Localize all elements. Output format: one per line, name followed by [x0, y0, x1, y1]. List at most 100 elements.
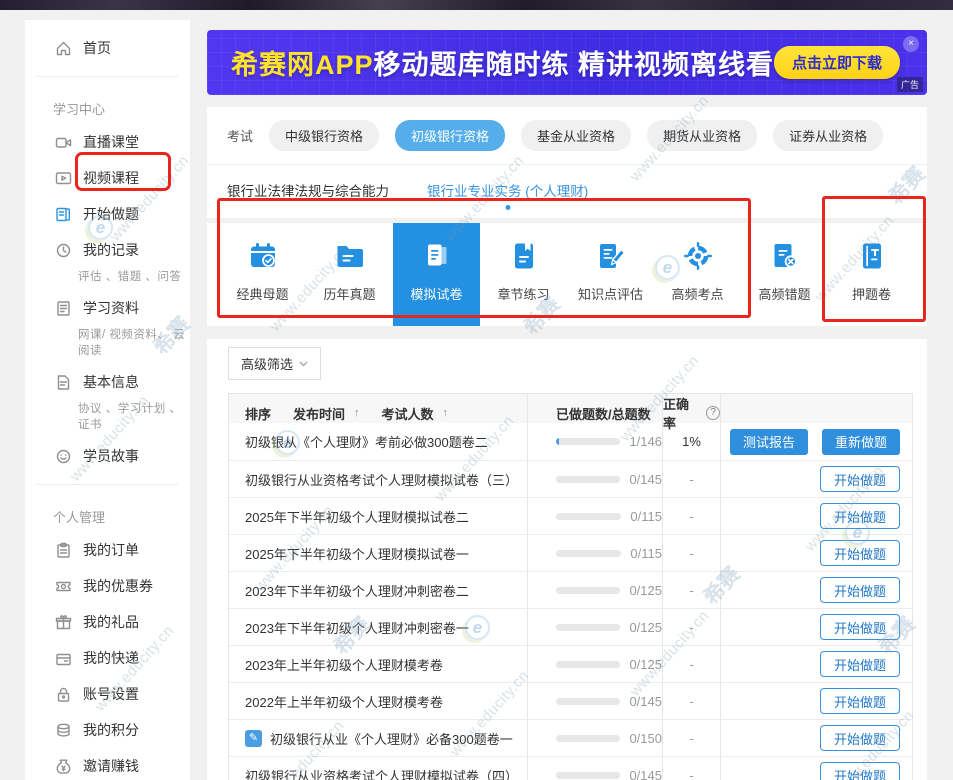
progress-bar: [556, 513, 621, 520]
must-do-badge-icon: ✎: [245, 730, 262, 747]
mode-knowledge-assessment[interactable]: 知识点评估: [567, 223, 654, 326]
rate-value: -: [663, 720, 721, 756]
table-row: 2022年上半年初级个人理财模考卷 0/145 - 开始做题: [229, 682, 912, 719]
sidebar-subtext-basicinfo[interactable]: 协议 、学习计划 、证书: [25, 400, 190, 438]
app-promo-banner[interactable]: 希赛网APP移动题库随时练 精讲视频离线看 点击立即下载 × 广告: [207, 30, 927, 95]
progress-text: 0/115: [630, 509, 662, 524]
progress-text: 0/145: [629, 472, 662, 487]
tab-subject-practice[interactable]: 银行业专业实务 (个人理财): [427, 180, 588, 200]
tab-subject-law[interactable]: 银行业法律法规与综合能力: [227, 180, 389, 200]
sidebar-item-gifts[interactable]: 我的礼品: [25, 604, 190, 640]
practice-book-icon: [55, 206, 72, 223]
start-practice-button[interactable]: 开始做题: [820, 651, 900, 677]
sidebar-item-label: 账号设置: [83, 684, 139, 704]
download-app-button[interactable]: 点击立即下载: [774, 46, 900, 79]
folder-icon: [335, 241, 365, 271]
live-camera-icon: [55, 134, 72, 151]
mode-past-papers[interactable]: 历年真题: [306, 223, 393, 326]
tab-futures[interactable]: 期货从业资格: [647, 120, 757, 151]
sidebar-item-stories[interactable]: 学员故事: [25, 438, 190, 474]
progress-text: 0/150: [629, 731, 662, 746]
sidebar-subtext-records[interactable]: 评估 、错题 、问答: [25, 268, 190, 290]
sidebar-item-practice[interactable]: 开始做题: [25, 196, 190, 232]
paper-list-card: 高级筛选 排序 发布时间↑ 考试人数↑ 已做题数/总题数 正确率? 初级银从《个…: [207, 339, 927, 780]
paper-name[interactable]: 2025年下半年初级个人理财模拟试卷二: [245, 507, 469, 526]
tab-intermediate-bank[interactable]: 中级银行资格: [269, 120, 379, 151]
start-practice-button[interactable]: 开始做题: [820, 466, 900, 492]
start-practice-button[interactable]: 开始做题: [820, 762, 900, 780]
start-practice-button[interactable]: 开始做题: [820, 725, 900, 751]
header-publish-time[interactable]: 发布时间: [293, 404, 345, 423]
paper-name[interactable]: 初级银行从业《个人理财》必备300题卷一: [270, 729, 513, 748]
paper-name[interactable]: 初级银行从业资格考试个人理财模拟试卷（四）: [245, 766, 518, 780]
video-screen-icon: [55, 170, 72, 187]
mode-label: 章节练习: [497, 284, 549, 303]
sidebar-item-label: 基本信息: [83, 372, 139, 392]
paper-name[interactable]: 2023年下半年初级个人理财冲刺密卷二: [245, 581, 469, 600]
start-practice-button[interactable]: 开始做题: [820, 688, 900, 714]
start-practice-button[interactable]: 开始做题: [820, 540, 900, 566]
mode-predicted-paper[interactable]: 押题卷: [828, 223, 915, 326]
paper-name[interactable]: 初级银行从业资格考试个人理财模拟试卷（三）: [245, 470, 518, 489]
sidebar-subtext-materials[interactable]: 网课/ 视频资料、 云阅读: [25, 326, 190, 364]
sidebar-item-home[interactable]: 首页: [25, 30, 190, 66]
history-clock-icon: [55, 242, 72, 259]
paper-name[interactable]: 2022年上半年初级个人理财模考卷: [245, 692, 443, 711]
rate-value: -: [663, 683, 721, 719]
paper-table: 排序 发布时间↑ 考试人数↑ 已做题数/总题数 正确率? 初级银从《个人理财》考…: [228, 393, 913, 780]
mode-frequent-mistakes[interactable]: 高频错题: [741, 223, 828, 326]
mode-chapter-practice[interactable]: 章节练习: [480, 223, 567, 326]
sidebar-item-orders[interactable]: 我的订单: [25, 532, 190, 568]
table-row: 初级银行从业资格考试个人理财模拟试卷（三） 0/145 - 开始做题: [229, 460, 912, 497]
close-banner-icon[interactable]: ×: [903, 36, 919, 52]
mode-mock-papers[interactable]: 模拟试卷: [393, 223, 480, 326]
sidebar-item-label: 我的礼品: [83, 612, 139, 632]
start-practice-button[interactable]: 开始做题: [820, 503, 900, 529]
banner-title-rest: 移动题库随时练 精讲视频离线看: [374, 50, 775, 80]
ad-tag: 广告: [897, 77, 923, 92]
paper-name[interactable]: 初级银从《个人理财》考前必做300题卷二: [245, 432, 488, 451]
sidebar-item-account[interactable]: 账号设置: [25, 676, 190, 712]
redo-button[interactable]: 重新做题: [822, 429, 900, 455]
table-row: 2023年上半年初级个人理财模考卷 0/125 - 开始做题: [229, 645, 912, 682]
mode-classic-questions[interactable]: 经典母题: [219, 223, 306, 326]
sidebar-item-materials[interactable]: 学习资料: [25, 290, 190, 326]
rate-value: -: [663, 535, 721, 571]
mode-hot-points[interactable]: 高频考点: [654, 223, 741, 326]
sidebar-item-points[interactable]: 我的积分: [25, 712, 190, 748]
money-bag-icon: [55, 758, 72, 775]
progress-text: 0/125: [629, 657, 662, 672]
header-candidates[interactable]: 考试人数: [382, 404, 434, 423]
sort-arrow-icon: ↑: [443, 407, 449, 419]
help-icon[interactable]: ?: [706, 406, 720, 420]
exam-label: 考试: [227, 126, 253, 145]
tab-securities[interactable]: 证券从业资格: [773, 120, 883, 151]
paper-name[interactable]: 2025年下半年初级个人理财模拟试卷一: [245, 544, 469, 563]
sidebar-item-basicinfo[interactable]: 基本信息: [25, 364, 190, 400]
header-sort[interactable]: 排序: [245, 404, 271, 423]
test-report-button[interactable]: 测试报告: [730, 429, 808, 455]
sidebar-item-live[interactable]: 直播课堂: [25, 124, 190, 160]
advanced-filter-button[interactable]: 高级筛选: [228, 347, 321, 380]
paper-name[interactable]: 2023年上半年初级个人理财模考卷: [245, 655, 443, 674]
tab-junior-bank[interactable]: 初级银行资格: [395, 120, 505, 151]
tab-fund[interactable]: 基金从业资格: [521, 120, 631, 151]
sidebar-item-label: 我的快递: [83, 648, 139, 668]
sidebar-item-express[interactable]: 我的快递: [25, 640, 190, 676]
table-row: 初级银行从业资格考试个人理财模拟试卷（四） 0/145 - 开始做题: [229, 756, 912, 780]
coupon-icon: [55, 578, 72, 595]
start-practice-button[interactable]: 开始做题: [820, 614, 900, 640]
progress-text: 0/125: [629, 620, 662, 635]
sidebar-item-records[interactable]: 我的记录: [25, 232, 190, 268]
progress-text: 0/145: [629, 694, 662, 709]
chevron-down-icon: [299, 361, 308, 367]
clipboard-icon: [55, 542, 72, 559]
sidebar-item-label: 视频课程: [83, 168, 139, 188]
sidebar-item-invite[interactable]: 邀请赚钱: [25, 748, 190, 780]
sidebar-item-coupons[interactable]: 我的优惠券: [25, 568, 190, 604]
start-practice-button[interactable]: 开始做题: [820, 577, 900, 603]
sidebar-item-label: 首页: [83, 38, 111, 58]
sidebar-item-video[interactable]: 视频课程: [25, 160, 190, 196]
paper-name[interactable]: 2023年下半年初级个人理财冲刺密卷一: [245, 618, 469, 637]
lock-icon: [55, 686, 72, 703]
